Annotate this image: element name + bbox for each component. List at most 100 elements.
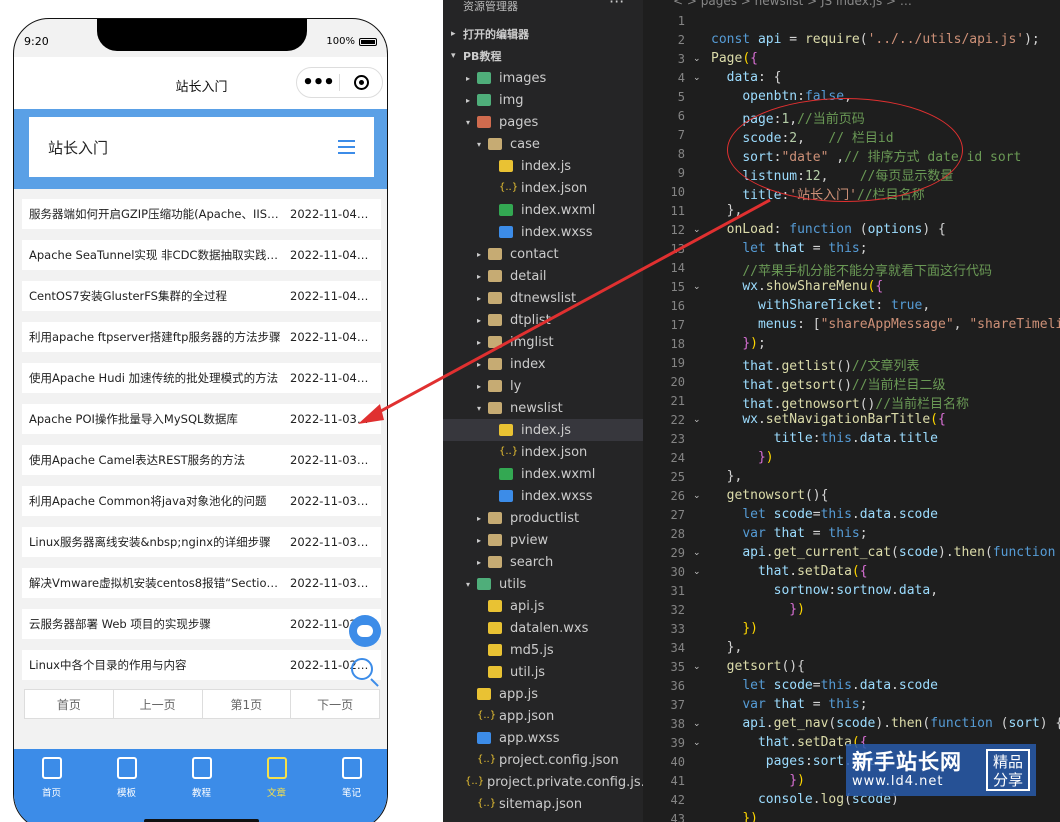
line-number: 39 [670, 736, 685, 750]
chevron-right-icon: ▸ [476, 359, 481, 369]
line-number: 12 [670, 223, 685, 237]
fold-chevron-icon[interactable]: ⌄ [693, 738, 701, 748]
tree-folder[interactable]: ▸ img [443, 89, 643, 111]
project-section[interactable]: ▾ PB教程 [443, 45, 643, 67]
fold-chevron-icon[interactable]: ⌄ [693, 73, 701, 83]
list-item[interactable]: Apache SeaTunnel实现 非CDC数据抽取实践… 2022-11-04… [22, 240, 381, 270]
fold-chevron-icon[interactable]: ⌄ [693, 415, 701, 425]
chevron-right-icon: ▸ [451, 29, 456, 39]
close-miniprogram-button[interactable] [340, 75, 382, 90]
tree-file[interactable]: api.js [443, 595, 643, 617]
chevron-down-icon: ▾ [465, 117, 470, 127]
tree-file[interactable]: md5.js [443, 639, 643, 661]
tree-file[interactable]: {..} index.json [443, 177, 643, 199]
tree-folder[interactable]: ▸ detail [443, 265, 643, 287]
folder-icon [488, 380, 502, 392]
code-line: Page({ [711, 51, 758, 66]
line-number: 33 [670, 622, 685, 636]
chevron-right-icon: ▸ [476, 513, 481, 523]
tree-folder[interactable]: ▸ search [443, 551, 643, 573]
tree-file[interactable]: {..} index.json [443, 441, 643, 463]
tree-label: dtnewslist [510, 290, 577, 306]
tree-folder[interactable]: ▾ newslist [443, 397, 643, 419]
tree-file[interactable]: index.wxss [443, 485, 643, 507]
article-title: 服务器端如何开启GZIP压缩功能(Apache、IIS… [29, 207, 279, 221]
list-item[interactable]: 服务器端如何开启GZIP压缩功能(Apache、IIS… 2022-11-04… [22, 199, 381, 229]
list-item[interactable]: 利用apache ftpserver搭建ftp服务器的方法步骤 2022-11-0… [22, 322, 381, 352]
tab-home[interactable]: 首页 [14, 749, 89, 822]
js-file-icon [499, 424, 513, 436]
hamburger-menu-icon[interactable] [338, 140, 355, 154]
tree-file[interactable]: util.js [443, 661, 643, 683]
tree-folder[interactable]: ▸ index [443, 353, 643, 375]
tab-tutorials[interactable]: 教程 [164, 749, 239, 822]
fold-chevron-icon[interactable]: ⌄ [693, 54, 701, 64]
tree-folder[interactable]: ▸ images [443, 67, 643, 89]
line-number: 42 [670, 793, 685, 807]
tree-folder[interactable]: ▾ pages [443, 111, 643, 133]
fold-chevron-icon[interactable]: ⌄ [693, 567, 701, 577]
more-actions-icon[interactable]: ··· [609, 0, 624, 11]
tree-file[interactable]: datalen.wxs [443, 617, 643, 639]
fold-chevron-icon[interactable]: ⌄ [693, 662, 701, 672]
code-line: //苹果手机分能不能分享就看下面这行代码 [742, 264, 992, 279]
tree-file[interactable]: index.wxml [443, 463, 643, 485]
list-item[interactable]: CentOS7安装GlusterFS集群的全过程 2022-11-04… [22, 281, 381, 311]
article-date: 2022-11-04… [290, 289, 369, 303]
tree-folder[interactable]: ▸ dtplist [443, 309, 643, 331]
tree-folder[interactable]: ▸ ly [443, 375, 643, 397]
tree-folder[interactable]: ▸ contact [443, 243, 643, 265]
tree-file[interactable]: index.wxss [443, 221, 643, 243]
list-item[interactable]: 使用Apache Hudi 加速传统的批处理模式的方法 2022-11-04… [22, 363, 381, 393]
tree-folder[interactable]: ▸ dtnewslist [443, 287, 643, 309]
tree-file[interactable]: {..} app.json [443, 705, 643, 727]
tree-file[interactable]: index.js [443, 155, 643, 177]
tree-file[interactable]: {..} sitemap.json [443, 793, 643, 815]
first-page-button[interactable]: 首页 [24, 689, 114, 719]
open-editors-section[interactable]: ▸ 打开的编辑器 [443, 23, 643, 45]
chat-float-button[interactable] [349, 615, 381, 647]
more-icon[interactable]: ••• [297, 73, 339, 91]
fold-chevron-icon[interactable]: ⌄ [693, 282, 701, 292]
list-item[interactable]: 利用Apache Common将java对象池化的问题 2022-11-03… [22, 486, 381, 516]
tree-folder[interactable]: ▸ productlist [443, 507, 643, 529]
list-item[interactable]: 云服务器部署 Web 项目的实现步骤 2022-11-02… [22, 609, 381, 639]
article-date: 2022-11-04… [290, 371, 369, 385]
folder-icon [488, 556, 502, 568]
list-item[interactable]: Linux服务器离线安装&nbsp;nginx的详细步骤 2022-11-03… [22, 527, 381, 557]
list-item[interactable]: 使用Apache Camel表达REST服务的方法 2022-11-03… [22, 445, 381, 475]
prev-page-button[interactable]: 上一页 [112, 689, 203, 719]
fold-chevron-icon[interactable]: ⌄ [693, 225, 701, 235]
line-number: 16 [670, 299, 685, 313]
tree-file[interactable]: index.js [443, 419, 643, 441]
tree-file[interactable]: app.wxss [443, 727, 643, 749]
list-item[interactable]: Linux中各个目录的作用与内容 2022-11-02… [22, 650, 381, 680]
tree-folder[interactable]: ▾ case [443, 133, 643, 155]
line-number: 17 [670, 318, 685, 332]
tree-file[interactable]: {..} project.private.config.js… [443, 771, 654, 793]
tab-templates[interactable]: 模板 [89, 749, 164, 822]
tree-folder[interactable]: ▸ imglist [443, 331, 643, 353]
fold-chevron-icon[interactable]: ⌄ [693, 719, 701, 729]
tree-file[interactable]: app.js [443, 683, 643, 705]
list-item[interactable]: Apache POI操作批量导入MySQL数据库 2022-11-03… [22, 404, 381, 434]
list-item[interactable]: 解决Vmware虚拟机安装centos8报错“Sectio… 2022-11-03… [22, 568, 381, 598]
code-line: var that = this; [742, 697, 868, 712]
fold-chevron-icon[interactable]: ⌄ [693, 491, 701, 501]
fold-chevron-icon[interactable]: ⌄ [693, 548, 701, 558]
tree-folder[interactable]: ▾ utils [443, 573, 643, 595]
tree-file[interactable]: index.wxml [443, 199, 643, 221]
tree-label: images [499, 70, 547, 86]
tab-notes[interactable]: 笔记 [314, 749, 387, 822]
search-float-button[interactable] [349, 656, 381, 688]
header-card: 站长入门 [29, 117, 374, 177]
tree-folder[interactable]: ▸ pview [443, 529, 643, 551]
tree-file[interactable]: {..} project.config.json [443, 749, 643, 771]
tab-articles[interactable]: 文章 [239, 749, 314, 822]
battery-icon [359, 37, 377, 46]
next-page-button[interactable]: 下一页 [290, 689, 380, 719]
tree-label: index.wxml [521, 202, 596, 218]
phone-notch [97, 19, 307, 51]
json-file-icon: {..} [477, 798, 497, 809]
tree-label: case [510, 136, 540, 152]
